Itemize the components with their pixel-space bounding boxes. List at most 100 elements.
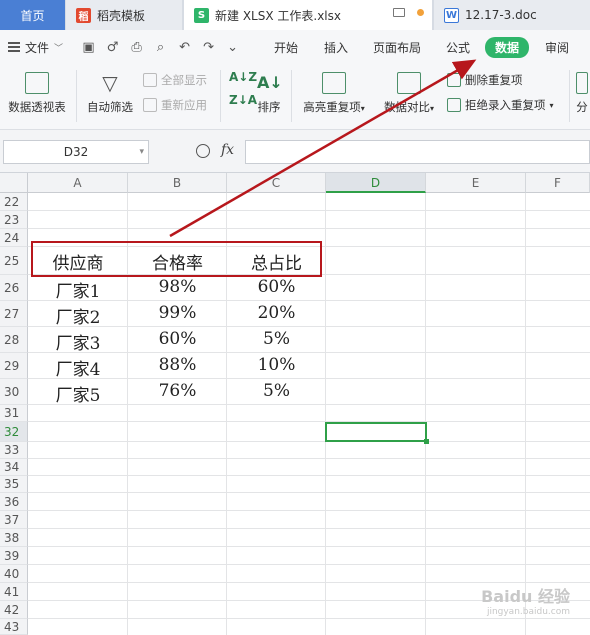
zoom-icon[interactable] xyxy=(196,144,210,158)
gridline xyxy=(28,458,590,459)
autofilter-button[interactable]: ▽ 自动筛选 xyxy=(84,72,136,115)
function-icon[interactable]: fx xyxy=(221,142,234,158)
select-all-corner[interactable] xyxy=(0,173,28,193)
name-box-value: D32 xyxy=(63,145,89,159)
watermark-brand: Baidu 经验 xyxy=(481,587,570,606)
annotation-highlight-box xyxy=(31,241,322,277)
column-header-d[interactable]: D xyxy=(326,173,426,193)
table-cell[interactable]: 20% xyxy=(227,303,326,323)
table-cell[interactable]: 5% xyxy=(227,329,326,349)
filter-icon: ▽ xyxy=(102,71,118,95)
menu-tab-page-layout[interactable]: 页面布局 xyxy=(373,39,421,56)
row-header[interactable]: 25 xyxy=(0,247,28,275)
format-painter-icon[interactable]: ♂ xyxy=(105,40,120,55)
table-cell[interactable]: 厂家3 xyxy=(28,329,128,354)
column-header-e[interactable]: E xyxy=(426,173,526,193)
file-menu-button[interactable]: 文件 ﹀ xyxy=(8,39,63,56)
docer-icon: 稻 xyxy=(76,7,91,23)
gridline xyxy=(28,492,590,493)
divider xyxy=(291,70,292,122)
table-cell[interactable]: 99% xyxy=(128,303,227,323)
menu-tab-review[interactable]: 审阅 xyxy=(545,39,569,56)
pivot-table-button[interactable]: 数据透视表 xyxy=(5,72,69,115)
customize-qa-icon[interactable]: ⌄ xyxy=(225,40,240,55)
table-cell[interactable]: 厂家4 xyxy=(28,355,128,380)
menu-tab-home[interactable]: 开始 xyxy=(274,39,298,56)
reject-duplicates-icon xyxy=(447,98,461,112)
chevron-down-icon[interactable]: ▾ xyxy=(139,141,144,163)
tab-doc[interactable]: W 12.17-3.doc xyxy=(434,0,590,30)
tab-home[interactable]: 首页 xyxy=(0,0,65,30)
row-header[interactable]: 28 xyxy=(0,327,28,353)
row-header[interactable]: 26 xyxy=(0,275,28,301)
pivot-table-label: 数据透视表 xyxy=(8,100,66,114)
row-header[interactable]: 33 xyxy=(0,442,28,459)
table-cell[interactable]: 60% xyxy=(128,329,227,349)
highlight-duplicates-label: 高亮重复项 xyxy=(303,100,361,114)
split-label: 分 xyxy=(576,100,588,114)
chevron-down-icon: ﹀ xyxy=(54,43,64,54)
data-compare-button[interactable]: 数据对比▾ xyxy=(378,72,440,115)
row-header[interactable]: 36 xyxy=(0,493,28,511)
sort-icon: A↓ xyxy=(257,73,283,92)
row-header[interactable]: 43 xyxy=(0,619,28,635)
reapply-button[interactable]: 重新应用 xyxy=(143,97,207,113)
highlight-duplicates-button[interactable]: 高亮重复项▾ xyxy=(298,72,370,115)
formula-input[interactable] xyxy=(245,140,590,164)
row-header-selected[interactable]: 32 xyxy=(0,422,28,442)
row-header[interactable]: 37 xyxy=(0,511,28,529)
row-header[interactable]: 29 xyxy=(0,353,28,379)
table-cell[interactable]: 60% xyxy=(227,277,326,297)
table-cell[interactable]: 88% xyxy=(128,355,227,375)
remove-duplicates-button[interactable]: 删除重复项 xyxy=(447,72,523,88)
column-header-c[interactable]: C xyxy=(227,173,326,193)
row-header[interactable]: 24 xyxy=(0,229,28,247)
sort-descending-icon[interactable]: Z↓A xyxy=(229,93,257,107)
table-cell[interactable]: 98% xyxy=(128,277,227,297)
table-cell[interactable]: 厂家1 xyxy=(28,277,128,302)
column-header-f[interactable]: F xyxy=(526,173,590,193)
row-header[interactable]: 30 xyxy=(0,379,28,405)
reject-duplicates-button[interactable]: 拒绝录入重复项 ▾ xyxy=(447,97,554,113)
row-header[interactable]: 22 xyxy=(0,193,28,211)
row-header[interactable]: 35 xyxy=(0,476,28,493)
column-header-a[interactable]: A xyxy=(28,173,128,193)
table-cell[interactable]: 厂家2 xyxy=(28,303,128,328)
table-cell[interactable]: 76% xyxy=(128,381,227,401)
tab-xlsx-workbook[interactable]: S 新建 XLSX 工作表.xlsx xyxy=(184,0,432,30)
row-header[interactable]: 23 xyxy=(0,211,28,229)
gridline xyxy=(28,228,590,229)
menu-tab-formulas[interactable]: 公式 xyxy=(446,39,470,56)
row-header[interactable]: 39 xyxy=(0,547,28,565)
redo-icon[interactable]: ↷ xyxy=(201,40,216,55)
undo-icon[interactable]: ↶ xyxy=(177,40,192,55)
monitor-icon[interactable] xyxy=(393,8,405,17)
split-button[interactable]: 分 xyxy=(574,72,590,115)
row-header[interactable]: 31 xyxy=(0,405,28,422)
row-header[interactable]: 34 xyxy=(0,459,28,476)
name-box[interactable]: D32 ▾ xyxy=(3,140,149,164)
highlight-duplicates-icon xyxy=(322,72,346,94)
menu-tab-data[interactable]: 数据 xyxy=(485,37,530,58)
active-cell-d32[interactable] xyxy=(325,422,429,444)
row-header[interactable]: 40 xyxy=(0,565,28,583)
sort-ascending-icon[interactable]: A↓Z xyxy=(229,70,257,84)
print-icon[interactable]: ⎙ xyxy=(129,40,144,55)
print-preview-icon[interactable]: ⌕ xyxy=(153,40,168,55)
table-cell[interactable]: 10% xyxy=(227,355,326,375)
divider xyxy=(76,70,77,122)
row-header[interactable]: 42 xyxy=(0,601,28,619)
save-icon[interactable]: ▣ xyxy=(81,40,96,55)
table-cell[interactable]: 5% xyxy=(227,381,326,401)
row-header[interactable]: 41 xyxy=(0,583,28,601)
tab-docer-templates[interactable]: 稻 稻壳模板 xyxy=(66,0,182,30)
sort-button[interactable]: A↓ 排序 xyxy=(254,72,284,115)
column-header-b[interactable]: B xyxy=(128,173,227,193)
menu-tab-insert[interactable]: 插入 xyxy=(324,39,348,56)
watermark-url: jingyan.baidu.com xyxy=(486,607,570,617)
show-all-button[interactable]: 全部显示 xyxy=(143,72,207,88)
table-cell[interactable]: 厂家5 xyxy=(28,381,128,406)
row-header[interactable]: 27 xyxy=(0,301,28,327)
show-all-label: 全部显示 xyxy=(161,73,207,87)
row-header[interactable]: 38 xyxy=(0,529,28,547)
